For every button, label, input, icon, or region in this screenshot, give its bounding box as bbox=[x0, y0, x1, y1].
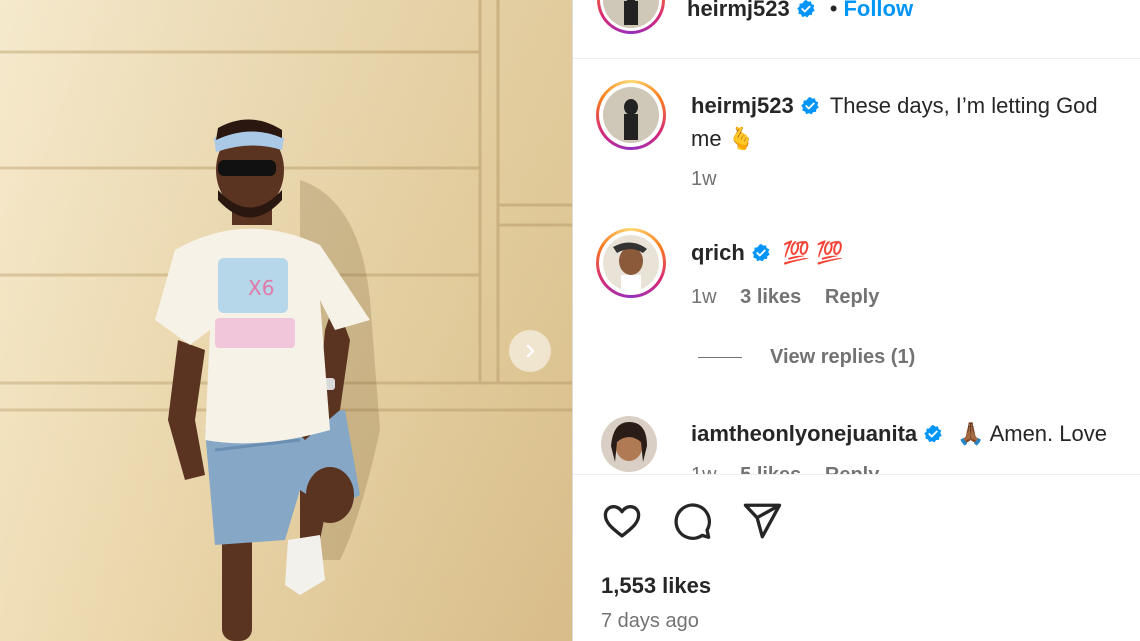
header-separator: • bbox=[829, 0, 838, 21]
header-name-row: heirmj523 • Follow bbox=[687, 0, 913, 22]
next-photo-button[interactable] bbox=[509, 330, 551, 372]
verified-badge-icon bbox=[796, 0, 815, 18]
author-username[interactable]: heirmj523 bbox=[687, 0, 790, 21]
replies-divider-line bbox=[698, 357, 742, 359]
comment-username[interactable]: qrich bbox=[691, 240, 745, 265]
caption-text: heirmj523 These days, I’m letting God bbox=[691, 89, 1098, 122]
follow-button[interactable]: Follow bbox=[843, 0, 913, 21]
chevron-right-icon bbox=[526, 344, 535, 358]
comment-text: qrich 💯 💯 bbox=[691, 236, 844, 269]
comment-body: 🙏🏾 Amen. Love bbox=[957, 421, 1107, 446]
caption-emoji: 🫰 bbox=[727, 126, 756, 151]
comment-meta: 1w 3 likes Reply bbox=[691, 286, 897, 309]
comment-username[interactable]: iamtheonlyonejuanita bbox=[691, 421, 917, 446]
comment-text: iamtheonlyonejuanita 🙏🏾 Amen. Love bbox=[691, 417, 1107, 450]
view-replies-button[interactable]: View replies (1) bbox=[698, 346, 915, 369]
post-image: X6 bbox=[0, 0, 572, 641]
caption-time[interactable]: 1w bbox=[691, 168, 717, 190]
reply-button[interactable]: Reply bbox=[825, 286, 879, 308]
commenter-avatar-ring[interactable] bbox=[596, 228, 666, 298]
section-divider bbox=[573, 474, 1140, 475]
author-avatar-ring[interactable] bbox=[597, 0, 665, 34]
caption-body-line2: me bbox=[691, 126, 722, 151]
send-icon[interactable] bbox=[741, 500, 783, 542]
post-timestamp[interactable]: 7 days ago bbox=[601, 610, 699, 633]
avatar bbox=[603, 87, 659, 143]
post-details-panel: heirmj523 • Follow heirmj523 These days, I… bbox=[573, 0, 1140, 641]
comment-time[interactable]: 1w bbox=[691, 286, 717, 308]
caption-meta: 1w bbox=[691, 168, 735, 191]
verified-badge-icon bbox=[800, 96, 819, 115]
likes-count[interactable]: 1,553 likes bbox=[601, 573, 711, 599]
view-replies-label: View replies (1) bbox=[770, 346, 916, 368]
verified-badge-icon bbox=[924, 424, 942, 443]
verified-badge-icon bbox=[752, 243, 770, 262]
comment-icon[interactable] bbox=[671, 500, 713, 542]
avatar bbox=[603, 235, 659, 291]
comment-item: iamtheonlyonejuanita 🙏🏾 Amen. Love 1w 5 … bbox=[573, 412, 1140, 474]
comment-time[interactable]: 1w bbox=[691, 464, 717, 474]
caption-body: These days, I’m letting God bbox=[829, 93, 1098, 118]
heart-icon[interactable] bbox=[601, 500, 643, 542]
caption-username[interactable]: heirmj523 bbox=[691, 93, 794, 118]
action-bar bbox=[601, 500, 783, 542]
comment-meta: 1w 5 likes Reply bbox=[691, 464, 897, 474]
post-photo: X6 bbox=[0, 0, 572, 641]
reply-button[interactable]: Reply bbox=[825, 464, 879, 474]
comment-body: 💯 💯 bbox=[782, 240, 844, 265]
post-header: heirmj523 • Follow bbox=[573, 0, 1140, 59]
svg-text:X6: X6 bbox=[248, 276, 274, 300]
avatar[interactable] bbox=[601, 416, 657, 472]
caption-avatar-ring[interactable] bbox=[596, 80, 666, 150]
caption-line-2: me 🫰 bbox=[691, 122, 755, 155]
comment-likes[interactable]: 5 likes bbox=[740, 464, 801, 474]
comment-likes[interactable]: 3 likes bbox=[740, 286, 801, 308]
